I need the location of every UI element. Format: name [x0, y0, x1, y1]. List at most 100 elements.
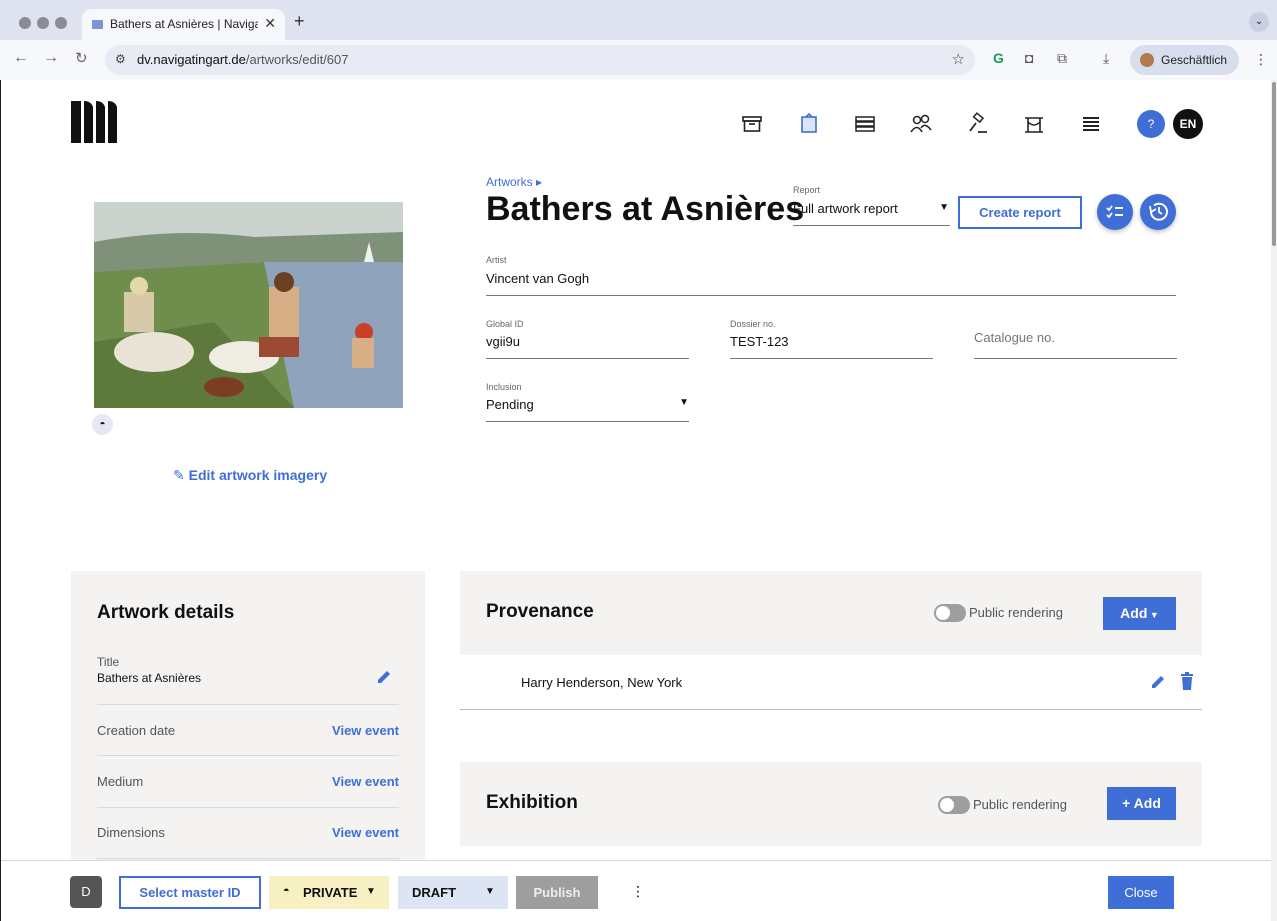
page-title: Bathers at Asnières [486, 190, 805, 228]
more-options-icon[interactable]: ⋮ [631, 883, 645, 900]
tab-title: Bathers at Asnières | Navigati [110, 17, 258, 31]
window-minimize-dot[interactable] [37, 17, 49, 29]
scrollbar-thumb[interactable] [1272, 82, 1276, 246]
exhibition-heading: Exhibition [486, 792, 578, 813]
tab-search-button[interactable]: ⌄ [1249, 12, 1269, 32]
caret-down-icon: ▼ [679, 397, 689, 408]
edit-artwork-imagery-link[interactable]: ✎ Edit artwork imagery [173, 467, 327, 484]
detail-row-title: Title Bathers at Asnières [97, 653, 399, 705]
visibility-dropdown[interactable]: ◓ PRIVATE ▼ [269, 876, 389, 909]
report-select[interactable]: Full artwork report ▼ [793, 198, 950, 226]
page: ? EN ◓ ✎ Edit artwork imagery Artworks ▸ [1, 80, 1271, 921]
medium-label: Medium [97, 774, 144, 789]
provenance-entry[interactable]: Harry Henderson, New York [460, 655, 1202, 710]
artwork-icon[interactable] [797, 112, 821, 136]
auction-icon[interactable] [966, 112, 990, 136]
inclusion-value: Pending [486, 397, 534, 412]
browser-menu-icon[interactable]: ⋮ [1254, 51, 1268, 68]
global-id-label: Global ID [486, 319, 524, 329]
dossier-value: TEST-123 [730, 334, 789, 349]
public-rendering-toggle[interactable] [938, 796, 970, 814]
back-icon[interactable]: ← [13, 49, 29, 67]
close-button[interactable]: Close [1108, 876, 1174, 909]
provenance-header: Provenance Public rendering Add ▼ [460, 571, 1202, 655]
report-selected-value: Full artwork report [793, 201, 898, 216]
profile-button[interactable]: Geschäftlich [1130, 45, 1239, 75]
delete-trash-icon[interactable] [1179, 672, 1195, 691]
camera-icon[interactable]: ◘ [1025, 50, 1033, 66]
edit-pencil-icon[interactable] [375, 668, 393, 686]
status-dropdown[interactable]: DRAFT ▼ [398, 876, 508, 909]
detail-row-medium: Medium View event [97, 756, 399, 808]
view-event-link[interactable]: View event [332, 825, 399, 840]
artist-field[interactable]: Artist Vincent van Gogh [486, 252, 1176, 296]
dimensions-label: Dimensions [97, 825, 165, 840]
view-event-link[interactable]: View event [332, 723, 399, 738]
favicon-icon [92, 20, 103, 29]
browser-tab[interactable]: Bathers at Asnières | Navigati ✕ [82, 9, 285, 40]
creation-date-label: Creation date [97, 723, 176, 738]
provenance-heading: Provenance [486, 601, 594, 622]
publish-button[interactable]: Publish [516, 876, 598, 909]
artwork-painting [94, 202, 403, 408]
collection-icon[interactable] [853, 112, 877, 136]
inclusion-select[interactable]: Inclusion Pending ▼ [486, 379, 689, 422]
create-report-button[interactable]: Create report [958, 196, 1082, 229]
history-button[interactable] [1140, 194, 1176, 230]
global-id-value: vgii9u [486, 334, 520, 349]
pencil-icon: ✎ [173, 467, 189, 483]
window-close-dot[interactable] [19, 17, 31, 29]
tab-bar: Bathers at Asnières | Navigati ✕ + ⌄ [0, 4, 1277, 40]
caret-down-icon: ▼ [485, 886, 495, 897]
add-label: Add [1120, 605, 1148, 621]
window-zoom-dot[interactable] [55, 17, 67, 29]
download-icon[interactable]: ⤓ [1103, 50, 1109, 67]
artist-label: Artist [486, 255, 507, 265]
new-tab-button[interactable]: + [294, 11, 305, 32]
extensions-icon[interactable]: ⧉ [1057, 50, 1067, 67]
checklist-button[interactable] [1097, 194, 1133, 230]
artwork-details-heading: Artwork details [97, 602, 235, 623]
grammarly-icon[interactable]: G [993, 50, 1004, 66]
logo-icon[interactable] [71, 101, 117, 143]
exhibition-header: Exhibition Public rendering + Add [460, 762, 1202, 846]
dossier-field[interactable]: Dossier no. TEST-123 [730, 316, 933, 359]
exhibition-add-button[interactable]: + Add [1107, 787, 1176, 820]
reload-icon[interactable]: ↻ [75, 49, 88, 67]
help-button[interactable]: ? [1137, 110, 1165, 138]
archive-icon[interactable] [740, 112, 764, 136]
edit-pencil-icon[interactable] [1149, 673, 1167, 691]
address-bar[interactable]: ⚙ dv.navigatingart.de/artworks/edit/607 … [105, 45, 975, 75]
list-icon[interactable] [1079, 112, 1103, 136]
view-event-link[interactable]: View event [332, 774, 399, 789]
breadcrumb[interactable]: Artworks ▸ [486, 175, 542, 189]
language-button[interactable]: EN [1173, 109, 1203, 139]
detail-row-creation-date: Creation date View event [97, 705, 399, 756]
tab-close-icon[interactable]: ✕ [264, 15, 276, 32]
catalogue-placeholder: Catalogue no. [974, 330, 1055, 345]
url-text[interactable]: dv.navigatingart.de/artworks/edit/607 [137, 52, 349, 67]
provenance-entry-text: Harry Henderson, New York [521, 675, 683, 690]
exhibition-icon[interactable] [1022, 112, 1046, 136]
provenance-add-button[interactable]: Add ▼ [1103, 597, 1176, 630]
private-label: PRIVATE [303, 885, 358, 900]
caret-down-icon: ▼ [939, 202, 949, 213]
title-label: Title [97, 655, 120, 669]
page-scrollbar[interactable] [1271, 80, 1277, 921]
report-label: Report [793, 185, 821, 195]
catalogue-field[interactable]: Catalogue no. [974, 316, 1177, 359]
public-rendering-toggle[interactable] [934, 604, 966, 622]
profile-name: Geschäftlich [1161, 53, 1228, 67]
user-avatar[interactable]: D [70, 876, 102, 908]
artwork-image[interactable] [94, 202, 403, 408]
forward-icon[interactable]: → [43, 49, 59, 67]
global-id-field[interactable]: Global ID vgii9u [486, 316, 689, 359]
caret-down-icon: ▼ [366, 886, 376, 897]
site-info-icon[interactable]: ⚙ [115, 52, 126, 66]
dossier-label: Dossier no. [730, 319, 776, 329]
select-master-id-button[interactable]: Select master ID [119, 876, 261, 909]
bookmark-star-icon[interactable]: ☆ [952, 50, 965, 68]
people-icon[interactable] [909, 112, 933, 136]
public-rendering-label: Public rendering [969, 605, 1063, 620]
visibility-off-icon[interactable]: ◓ [92, 414, 113, 435]
